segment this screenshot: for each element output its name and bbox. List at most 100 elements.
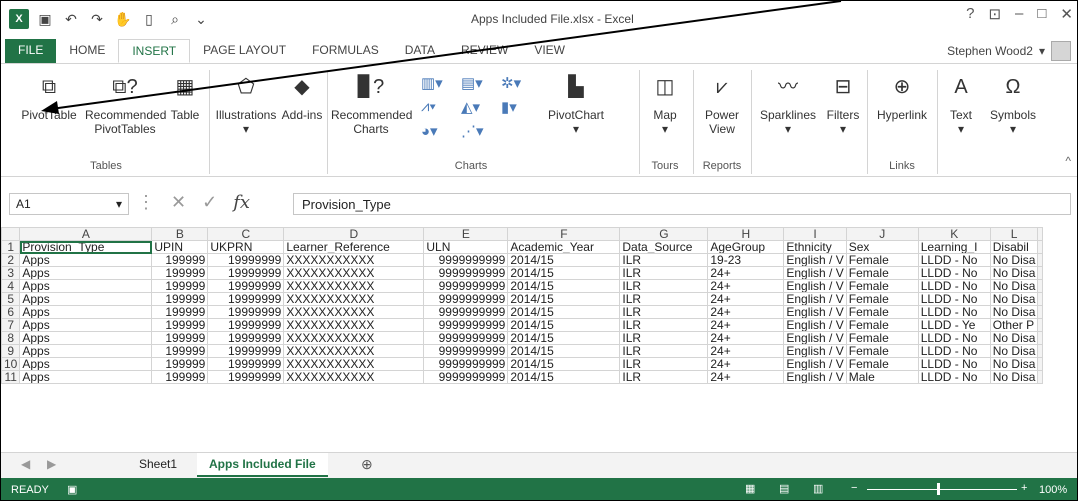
- row-header[interactable]: 9: [1, 344, 21, 358]
- cell[interactable]: 2014/15: [507, 370, 621, 384]
- cell[interactable]: 9999999999: [423, 344, 509, 358]
- macro-record-icon[interactable]: ▣: [67, 483, 77, 496]
- cell[interactable]: LLDD - No: [917, 253, 991, 267]
- cell[interactable]: LLDD - No: [917, 357, 991, 371]
- cell[interactable]: ILR: [619, 305, 709, 319]
- scrollbar-track[interactable]: [1037, 344, 1044, 358]
- cell[interactable]: Female: [845, 357, 919, 371]
- column-header-g[interactable]: G: [619, 227, 709, 241]
- zoom-slider[interactable]: [867, 489, 1017, 490]
- power-view-button[interactable]: ⩗ Power View: [697, 70, 747, 136]
- tab-formulas[interactable]: FORMULAS: [299, 39, 392, 63]
- cell[interactable]: Academic_Year: [507, 240, 621, 254]
- cell[interactable]: LLDD - No: [917, 292, 991, 306]
- bar-chart-icon[interactable]: ▤▾: [461, 74, 483, 92]
- area-chart-icon[interactable]: ◭▾: [461, 98, 480, 116]
- pivottable-button[interactable]: ⧉ PivotTable: [9, 70, 89, 122]
- cell[interactable]: 24+: [707, 344, 785, 358]
- cell[interactable]: 9999999999: [423, 318, 509, 332]
- sparklines-button[interactable]: 〰 Sparklines ▾: [755, 70, 821, 136]
- column-header-d[interactable]: D: [283, 227, 425, 241]
- cell[interactable]: Apps: [19, 292, 153, 306]
- row-header[interactable]: 1: [1, 240, 21, 254]
- cell[interactable]: 199999: [151, 253, 209, 267]
- cell[interactable]: English / V: [783, 331, 847, 345]
- scrollbar-track[interactable]: [1037, 370, 1044, 384]
- cell[interactable]: 19999999: [207, 357, 285, 371]
- cell[interactable]: Sex: [845, 240, 919, 254]
- cell[interactable]: XXXXXXXXXXX: [283, 266, 425, 280]
- cell[interactable]: 9999999999: [423, 305, 509, 319]
- cell[interactable]: No Disa: [989, 331, 1039, 345]
- column-header-j[interactable]: J: [845, 227, 919, 241]
- cell[interactable]: XXXXXXXXXXX: [283, 253, 425, 267]
- select-all-corner[interactable]: [1, 227, 21, 241]
- cell[interactable]: 19999999: [207, 344, 285, 358]
- cell[interactable]: 9999999999: [423, 266, 509, 280]
- cell[interactable]: 19999999: [207, 292, 285, 306]
- undo-icon[interactable]: ↶: [61, 9, 81, 29]
- tab-data[interactable]: DATA: [392, 39, 448, 63]
- cell[interactable]: No Disa: [989, 279, 1039, 293]
- cell[interactable]: AgeGroup: [707, 240, 785, 254]
- cell[interactable]: 199999: [151, 318, 209, 332]
- cell[interactable]: 24+: [707, 331, 785, 345]
- illustrations-button[interactable]: ⬠ Illustrations ▾: [213, 70, 279, 136]
- cell[interactable]: 19999999: [207, 305, 285, 319]
- user-account[interactable]: Stephen Wood2 ▾: [947, 41, 1071, 61]
- page-break-view-icon[interactable]: ▥: [813, 482, 823, 495]
- cell[interactable]: Apps: [19, 370, 153, 384]
- cell[interactable]: 199999: [151, 279, 209, 293]
- recommended-pivottables-button[interactable]: ⧉? Recommended PivotTables: [85, 70, 166, 136]
- cell[interactable]: LLDD - No: [917, 370, 991, 384]
- cell[interactable]: 199999: [151, 331, 209, 345]
- vertical-scrollbar[interactable]: [1037, 227, 1044, 241]
- cell[interactable]: LLDD - No: [917, 266, 991, 280]
- cell[interactable]: XXXXXXXXXXX: [283, 344, 425, 358]
- cell[interactable]: No Disa: [989, 292, 1039, 306]
- options-icon[interactable]: ⋮: [137, 192, 155, 213]
- column-header-h[interactable]: H: [707, 227, 785, 241]
- cell[interactable]: 24+: [707, 292, 785, 306]
- scrollbar-track[interactable]: [1037, 279, 1044, 293]
- cell[interactable]: Apps: [19, 318, 153, 332]
- cell[interactable]: Learner_Reference: [283, 240, 425, 254]
- cell[interactable]: 2014/15: [507, 253, 621, 267]
- scatter-chart-icon[interactable]: ⋰▾: [461, 122, 484, 140]
- cell[interactable]: Female: [845, 253, 919, 267]
- cell[interactable]: 2014/15: [507, 331, 621, 345]
- cell[interactable]: XXXXXXXXXXX: [283, 305, 425, 319]
- cell[interactable]: 2014/15: [507, 318, 621, 332]
- fx-icon[interactable]: fx: [233, 192, 250, 213]
- cell[interactable]: LLDD - Ye: [917, 318, 991, 332]
- cell[interactable]: Female: [845, 318, 919, 332]
- formula-input[interactable]: Provision_Type: [293, 193, 1071, 215]
- cell[interactable]: 9999999999: [423, 370, 509, 384]
- column-header-c[interactable]: C: [207, 227, 285, 241]
- customize-qat-icon[interactable]: ⌄: [191, 9, 211, 29]
- scrollbar-track[interactable]: [1037, 240, 1044, 254]
- scrollbar-track[interactable]: [1037, 292, 1044, 306]
- row-header[interactable]: 6: [1, 305, 21, 319]
- column-chart-icon[interactable]: ▥▾: [421, 74, 443, 92]
- cell[interactable]: ILR: [619, 318, 709, 332]
- minimize-icon[interactable]: –: [1015, 5, 1023, 23]
- pivotchart-button[interactable]: ▙ PivotChart ▾: [541, 70, 611, 136]
- cell[interactable]: English / V: [783, 305, 847, 319]
- cell[interactable]: No Disa: [989, 305, 1039, 319]
- cell[interactable]: XXXXXXXXXXX: [283, 292, 425, 306]
- cell[interactable]: English / V: [783, 279, 847, 293]
- cell[interactable]: Female: [845, 305, 919, 319]
- scrollbar-track[interactable]: [1037, 318, 1044, 332]
- cell[interactable]: 9999999999: [423, 292, 509, 306]
- cell[interactable]: Apps: [19, 344, 153, 358]
- new-file-icon[interactable]: ▯: [139, 9, 159, 29]
- cell[interactable]: LLDD - No: [917, 305, 991, 319]
- next-sheet-icon[interactable]: ▶: [47, 457, 56, 471]
- cell[interactable]: Male: [845, 370, 919, 384]
- cell[interactable]: Apps: [19, 279, 153, 293]
- cell[interactable]: 199999: [151, 266, 209, 280]
- cell[interactable]: No Disa: [989, 253, 1039, 267]
- map-button[interactable]: ◫ Map ▾: [643, 70, 687, 136]
- cell[interactable]: 199999: [151, 305, 209, 319]
